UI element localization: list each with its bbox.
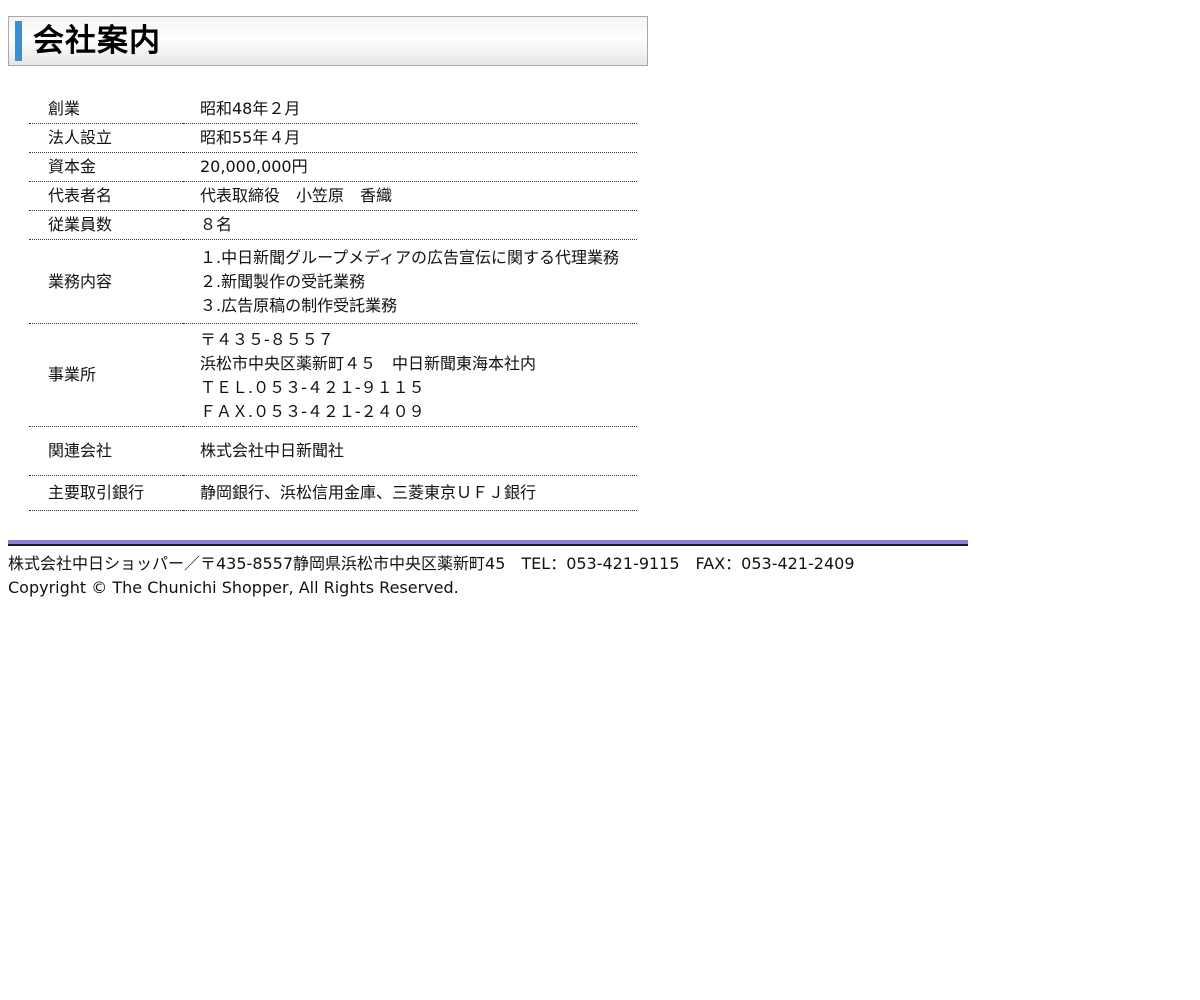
row-value: １.中日新聞グループメディアの広告宣伝に関する代理業務 ２.新聞製作の受託業務 … (183, 239, 637, 324)
row-value: 株式会社中日新聞社 (183, 426, 637, 476)
footer-address: 株式会社中日ショッパー／〒435-8557静岡県浜松市中央区薬新町45 TEL：… (8, 554, 855, 573)
row-value: 20,000,000円 (183, 152, 637, 182)
table-row-representative: 代表者名 代表取締役 小笠原 香織 (29, 181, 637, 211)
row-value-line: ２.新聞製作の受託業務 (200, 271, 366, 291)
row-value-line: ＴＥＬ.０５３-４２１-９１１５ (200, 378, 425, 397)
row-value-line: 昭和48年２月 (200, 99, 301, 118)
row-value-line: 浜松市中央区薬新町４５ 中日新聞東海本社内 (200, 354, 537, 373)
row-label: 従業員数 (29, 210, 183, 240)
footer-divider (8, 540, 968, 546)
row-value-line: ８名 (200, 215, 233, 234)
table-row-employees: 従業員数 ８名 (29, 210, 637, 240)
row-label: 法人設立 (29, 123, 183, 153)
row-value-line: 20,000,000円 (200, 157, 308, 176)
row-label: 代表者名 (29, 181, 183, 211)
footer-copyright: Copyright © The Chunichi Shopper, All Ri… (8, 578, 459, 597)
row-value-line: ＦＡＸ.０５３-４２１-２４０９ (200, 402, 425, 421)
row-value: 〒４３５-８５５７ 浜松市中央区薬新町４５ 中日新聞東海本社内 ＴＥＬ.０５３-… (183, 323, 637, 427)
row-label: 業務内容 (29, 239, 183, 324)
row-value-line: ３.広告原稿の制作受託業務 (200, 295, 398, 315)
row-value-line: 株式会社中日新聞社 (200, 441, 345, 460)
row-value-line: 昭和55年４月 (200, 128, 301, 147)
table-row-office: 事業所 〒４３５-８５５７ 浜松市中央区薬新町４５ 中日新聞東海本社内 ＴＥＬ.… (29, 323, 637, 427)
page-title-bar: 会社案内 (8, 16, 648, 66)
footer: 株式会社中日ショッパー／〒435-8557静岡県浜松市中央区薬新町45 TEL：… (8, 552, 855, 600)
page-title: 会社案内 (33, 23, 161, 59)
page: 会社案内 創業 昭和48年２月 法人設立 昭和55年４月 資本金 20,000,… (0, 0, 1200, 1000)
row-value: 昭和48年２月 (183, 95, 637, 124)
row-label: 事業所 (29, 323, 183, 427)
table-row-business: 業務内容 １.中日新聞グループメディアの広告宣伝に関する代理業務 ２.新聞製作の… (29, 239, 637, 324)
row-label: 創業 (29, 95, 183, 124)
table-row-capital: 資本金 20,000,000円 (29, 152, 637, 182)
row-value-line: 代表取締役 小笠原 香織 (200, 186, 393, 205)
row-value-line: １.中日新聞グループメディアの広告宣伝に関する代理業務 (200, 247, 620, 267)
row-label: 関連会社 (29, 426, 183, 476)
table-row-main-banks: 主要取引銀行 静岡銀行、浜松信用金庫、三菱東京ＵＦＪ銀行 (29, 475, 637, 511)
row-value: 静岡銀行、浜松信用金庫、三菱東京ＵＦＪ銀行 (183, 475, 637, 511)
company-info-table: 創業 昭和48年２月 法人設立 昭和55年４月 資本金 20,000,000円 … (29, 95, 637, 511)
row-label: 資本金 (29, 152, 183, 182)
row-value: 昭和55年４月 (183, 123, 637, 153)
row-value: 代表取締役 小笠原 香織 (183, 181, 637, 211)
row-value: ８名 (183, 210, 637, 240)
table-row-related-company: 関連会社 株式会社中日新聞社 (29, 426, 637, 476)
title-accent-bar (15, 21, 22, 61)
row-label: 主要取引銀行 (29, 475, 183, 511)
row-value-line: 〒４３５-８５５７ (200, 330, 334, 349)
table-row-founded: 創業 昭和48年２月 (29, 95, 637, 124)
row-value-line: 静岡銀行、浜松信用金庫、三菱東京ＵＦＪ銀行 (200, 483, 537, 502)
table-row-incorporated: 法人設立 昭和55年４月 (29, 123, 637, 153)
